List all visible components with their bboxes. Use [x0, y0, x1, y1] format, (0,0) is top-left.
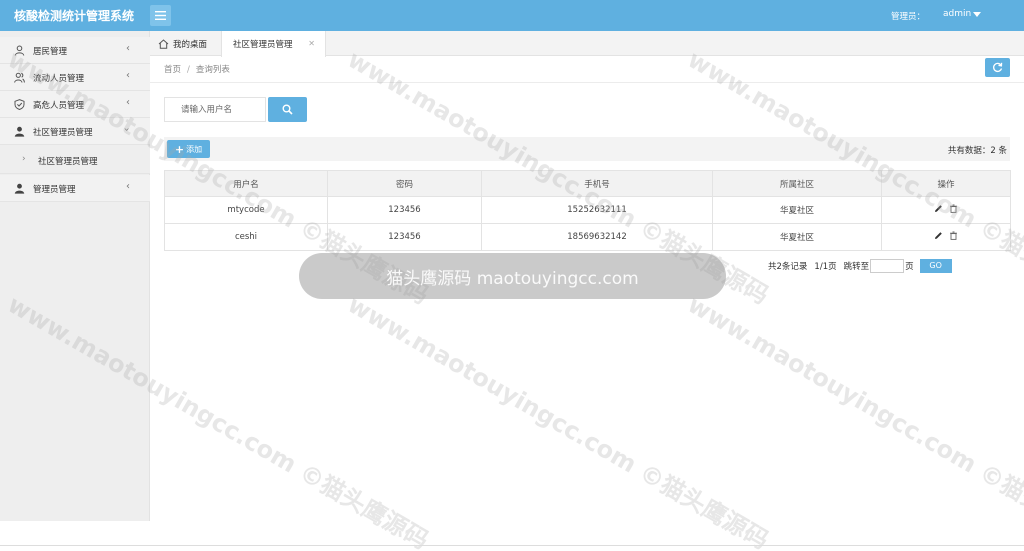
user-outline-icon	[14, 45, 25, 56]
search-button[interactable]	[268, 97, 307, 122]
sidebar-subitem-community-admins[interactable]: › 社区管理员管理	[0, 146, 150, 174]
app-title: 核酸检测统计管理系统	[14, 9, 135, 23]
chevron-left-icon: ‹	[126, 181, 130, 192]
divider	[150, 82, 1024, 83]
users-outline-icon	[14, 72, 25, 83]
cell-username: mtycode	[164, 196, 328, 224]
divider	[0, 545, 1024, 546]
pager-jump-label: 跳转至	[843, 261, 870, 272]
refresh-button[interactable]	[985, 58, 1010, 77]
breadcrumb: 首页 / 查询列表	[164, 63, 230, 75]
tab-label: 我的桌面	[173, 39, 208, 50]
community-admin-table: 用户名 密码 手机号 所属社区 操作 mtycode 123456 152526…	[164, 170, 1011, 251]
admin-user-menu[interactable]: admin	[943, 9, 971, 19]
sidebar-item-residents[interactable]: 居民管理 ‹	[0, 37, 150, 64]
go-button[interactable]: GO	[919, 258, 952, 273]
tab-label: 社区管理员管理	[233, 40, 293, 50]
cell-community: 华夏社区	[712, 223, 882, 251]
breadcrumb-separator: /	[187, 65, 190, 75]
table-toolbar: + 添加 共有数据：2 条	[164, 137, 1010, 161]
cell-actions	[881, 196, 1011, 224]
sidebar-item-label: 居民管理	[33, 47, 68, 57]
sidebar-item-high-risk[interactable]: 高危人员管理 ‹	[0, 91, 150, 118]
watermark-text: www.maotouyingcc.com ©猫头鹰源码	[343, 290, 774, 551]
chevron-left-icon: ‹	[126, 70, 130, 81]
menu-toggle-button[interactable]	[150, 5, 171, 26]
admin-label: 管理员：	[891, 12, 926, 22]
sidebar-item-label: 高危人员管理	[33, 101, 85, 111]
sidebar-item-label: 管理员管理	[33, 185, 76, 195]
delete-icon[interactable]	[949, 204, 958, 213]
column-header: 手机号	[481, 170, 713, 197]
add-button[interactable]: + 添加	[167, 140, 210, 158]
top-header: 核酸检测统计管理系统 管理员： admin	[0, 0, 1024, 31]
delete-icon[interactable]	[949, 231, 958, 240]
page-jump-input[interactable]	[870, 258, 905, 273]
cell-phone: 15252632111	[481, 196, 713, 224]
tab-community-admins[interactable]: 社区管理员管理 ✕	[221, 31, 326, 57]
refresh-icon	[993, 62, 1003, 73]
table-row: ceshi 123456 18569632142 华夏社区	[164, 223, 1011, 251]
breadcrumb-home-link[interactable]: 首页	[164, 65, 181, 75]
sidebar-item-floating-population[interactable]: 流动人员管理 ‹	[0, 64, 150, 91]
sidebar: 居民管理 ‹ 流动人员管理 ‹ 高危人员管理 ‹ 社区管理员管理 ‹ › 社区管…	[0, 31, 150, 521]
shield-icon	[14, 99, 25, 110]
sidebar-item-label: 流动人员管理	[33, 74, 85, 84]
column-header: 密码	[327, 170, 482, 197]
caret-down-icon[interactable]	[973, 12, 981, 17]
cell-password: 123456	[327, 223, 482, 251]
cell-password: 123456	[327, 196, 482, 224]
edit-icon[interactable]	[934, 231, 943, 240]
sidebar-item-community-admins[interactable]: 社区管理员管理 ‹	[0, 118, 150, 145]
watermark-banner: 猫头鹰源码 maotouyingcc.com	[299, 253, 726, 299]
chevron-left-icon: ‹	[126, 43, 130, 54]
user-filled-icon	[14, 126, 25, 137]
watermark-text: www.maotouyingcc.com ©猫头鹰源码	[683, 290, 1024, 551]
cell-actions	[881, 223, 1011, 251]
chevron-right-icon: ›	[22, 154, 26, 164]
cell-phone: 18569632142	[481, 223, 713, 251]
tab-bar: 我的桌面 社区管理员管理 ✕	[150, 31, 1024, 57]
column-header: 所属社区	[712, 170, 882, 197]
column-header: 操作	[881, 170, 1011, 197]
table-row: mtycode 123456 15252632111 华夏社区	[164, 196, 1011, 224]
home-icon	[158, 38, 169, 49]
pager-records: 共2条记录	[768, 261, 808, 272]
chevron-down-icon: ‹	[121, 127, 133, 132]
table-header-row: 用户名 密码 手机号 所属社区 操作	[164, 170, 1011, 197]
chevron-left-icon: ‹	[126, 97, 130, 108]
pager-page-unit: 页	[905, 261, 914, 272]
total-count: 共有数据：2 条	[947, 146, 1007, 156]
cell-community: 华夏社区	[712, 196, 882, 224]
column-header: 用户名	[164, 170, 328, 197]
user-filled-icon	[14, 183, 25, 194]
sidebar-item-label: 社区管理员管理	[33, 128, 93, 138]
close-icon[interactable]: ✕	[308, 39, 315, 48]
hamburger-icon	[155, 11, 166, 20]
breadcrumb-current: 查询列表	[195, 65, 230, 75]
tab-my-desktop[interactable]: 我的桌面	[158, 31, 207, 56]
search-icon	[282, 104, 293, 115]
plus-icon: +	[174, 142, 185, 156]
sidebar-item-admins[interactable]: 管理员管理 ‹	[0, 175, 150, 202]
edit-icon[interactable]	[934, 204, 943, 213]
add-button-label: 添加	[186, 144, 203, 154]
sidebar-subitem-label: 社区管理员管理	[38, 157, 98, 167]
pager-pages: 1/1页	[814, 261, 837, 272]
username-search-input[interactable]	[164, 97, 266, 122]
pagination: 共2条记录 1/1页 跳转至 页 GO	[768, 258, 952, 273]
cell-username: ceshi	[164, 223, 328, 251]
